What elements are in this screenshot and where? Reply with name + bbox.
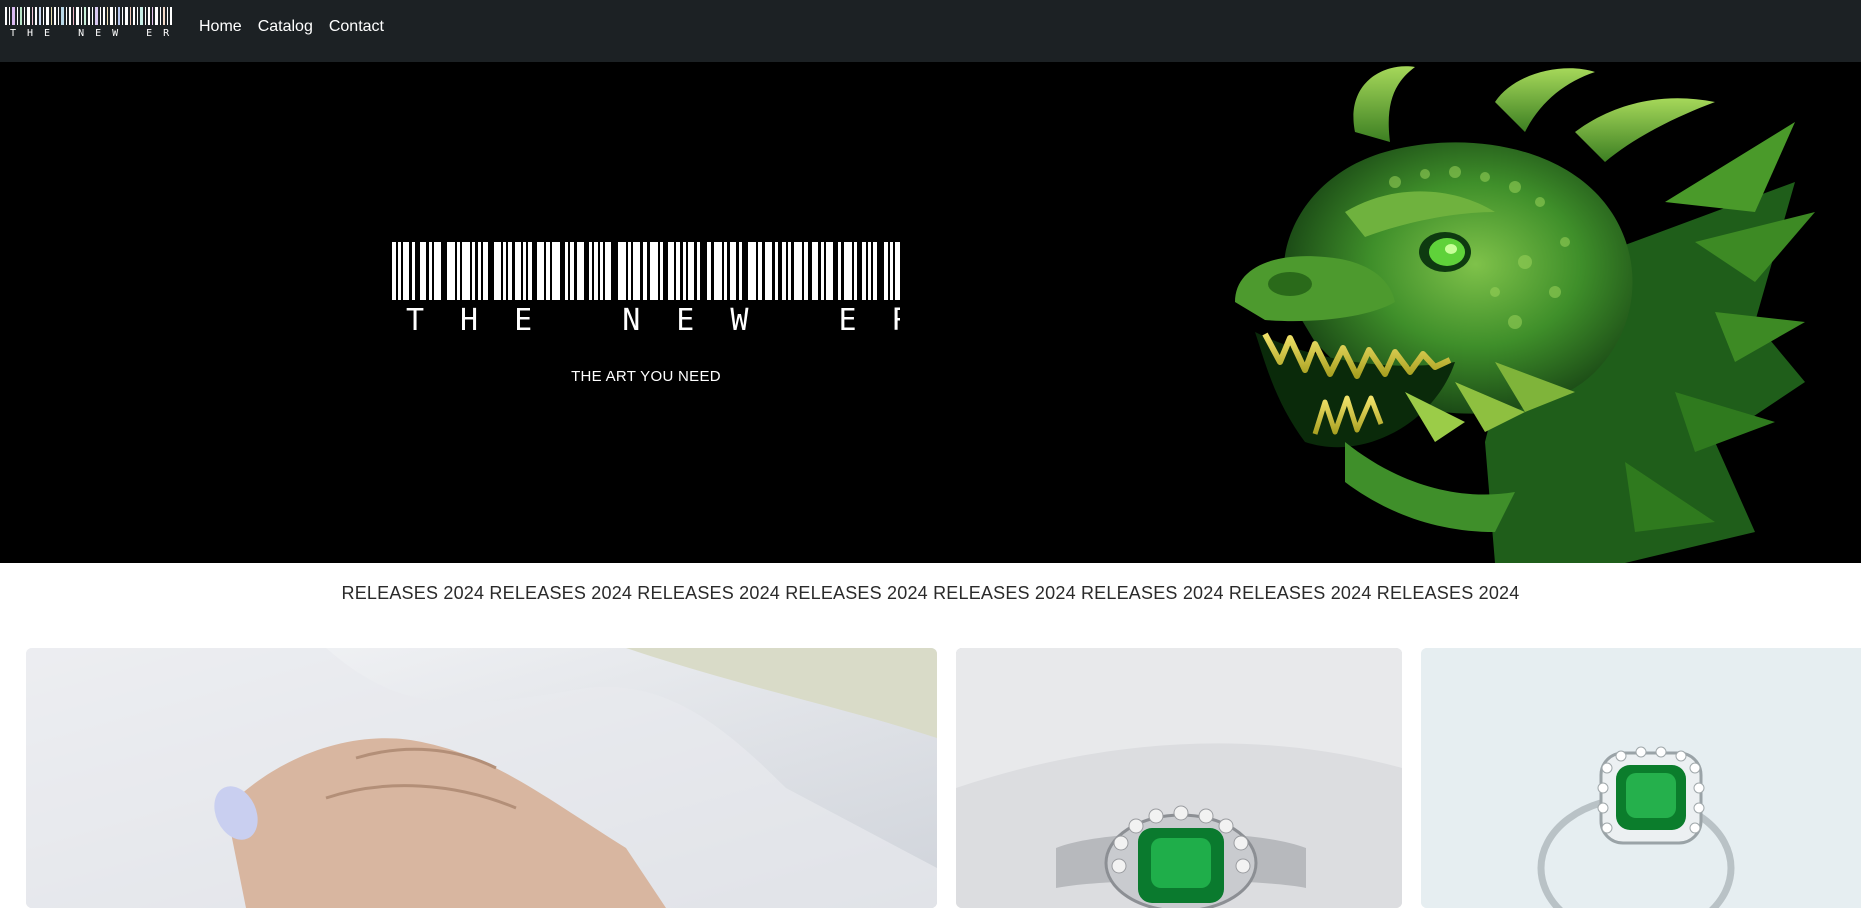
svg-text:THE NEW ERA: THE NEW ERA (406, 303, 900, 334)
barcode-logo-icon: THE NEW ERA (5, 7, 175, 38)
nav-catalog-link[interactable]: Catalog (258, 16, 313, 38)
top-navbar: THE NEW ERA Home Catalog Contact (0, 0, 1861, 62)
nav-home-link[interactable]: Home (199, 16, 242, 38)
svg-text:THE NEW ERA: THE NEW ERA (10, 28, 175, 38)
product-card[interactable] (1421, 648, 1861, 908)
hero-tagline: THE ART YOU NEED (571, 368, 721, 385)
brand-logo[interactable]: THE NEW ERA (5, 6, 175, 38)
barcode-logo-icon: THE NEW ERA (392, 242, 965, 338)
product-image-emerald-ring-halo (1421, 648, 1861, 908)
product-card[interactable] (956, 648, 1402, 908)
product-image-model-hand (26, 648, 937, 908)
green-dragon-head-icon (1235, 66, 1815, 563)
nav-contact-link[interactable]: Contact (329, 16, 384, 38)
hero-brand-barcode: THE NEW ERA (392, 242, 965, 338)
dragon-hero-image (1195, 62, 1815, 563)
releases-marquee: RELEASES 2024 RELEASES 2024 RELEASES 202… (341, 583, 1520, 603)
product-image-emerald-ring (956, 648, 1402, 908)
main-nav: Home Catalog Contact (199, 16, 400, 38)
hero-banner: THE NEW ERA THE ART YOU NEED (0, 62, 1861, 563)
product-card[interactable] (26, 648, 937, 908)
